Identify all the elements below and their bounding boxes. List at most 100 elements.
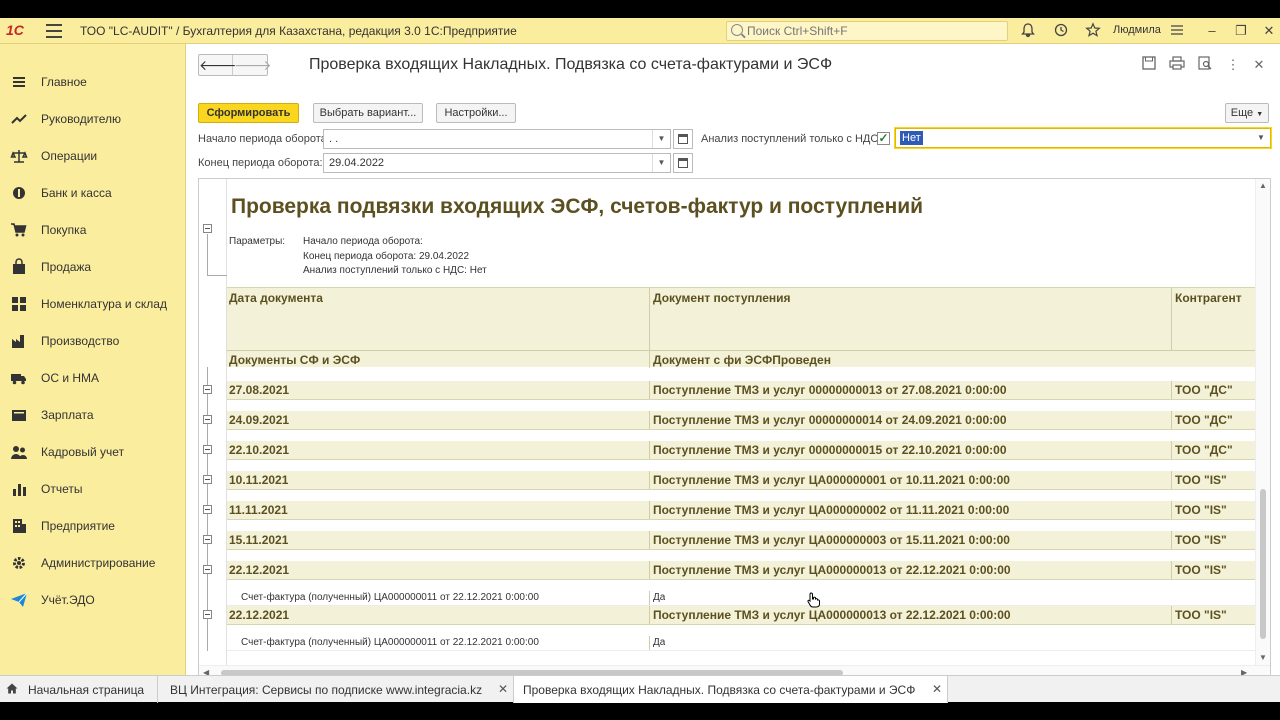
collapse-icon[interactable] [203, 535, 212, 544]
dropdown-arrow-icon[interactable]: ▼ [652, 154, 670, 172]
sidebar-item-sales[interactable]: Продажа [0, 252, 186, 282]
cell-receipt-document: Поступление ТМЗ и услуг 00000000014 от 2… [653, 413, 1007, 427]
back-arrow-icon[interactable]: 🡐 [199, 55, 237, 75]
sidebar-item-fixed-assets[interactable]: ОС и НМА [0, 363, 186, 393]
report-group-row[interactable]: 10.11.2021 Поступление ТМЗ и услуг ЦА0000… [227, 471, 1257, 490]
collapse-icon[interactable] [203, 385, 212, 394]
cell-counterparty: ТОО "IS" [1175, 608, 1227, 622]
collapse-icon[interactable] [203, 505, 212, 514]
sidebar-item-hr[interactable]: Кадровый учет [0, 437, 186, 467]
minimize-icon[interactable]: – [1202, 22, 1222, 40]
calendar-icon[interactable] [673, 153, 693, 173]
vat-analysis-label: Анализ поступлений только с НДС: [701, 133, 882, 145]
close-icon[interactable]: ✕ [1259, 22, 1279, 40]
column-separator [649, 411, 650, 429]
save-icon[interactable] [1140, 56, 1158, 74]
search-input[interactable] [747, 23, 1002, 39]
sidebar-item-production[interactable]: Производство [0, 326, 186, 356]
tab-close-icon[interactable]: ✕ [498, 682, 508, 696]
report-group-row[interactable]: 11.11.2021 Поступление ТМЗ и услуг ЦА0000… [227, 501, 1257, 520]
bag-icon [13, 258, 25, 274]
sidebar-item-enterprise[interactable]: Предприятие [0, 511, 186, 541]
sidebar-item-main[interactable]: Главное [0, 67, 186, 97]
sidebar-item-purchase[interactable]: Покупка [0, 215, 186, 245]
cart-icon [11, 223, 27, 237]
sidebar-item-salary[interactable]: Зарплата [0, 400, 186, 430]
more-vertical-icon[interactable]: ⋮ [1224, 56, 1242, 74]
collapse-icon[interactable] [203, 224, 212, 233]
sidebar-item-edo[interactable]: Учёт.ЭДО [0, 585, 186, 615]
report-detail-row[interactable]: Счет-фактура (полученный) ЦА000000011 от… [227, 591, 1257, 606]
title-bar: 1С ТОО "LC-AUDIT" / Бухгалтерия для Каза… [0, 18, 1280, 44]
global-search[interactable] [726, 21, 1008, 41]
restore-icon[interactable]: ❐ [1231, 22, 1251, 40]
collapse-icon[interactable] [203, 565, 212, 574]
history-icon[interactable] [1052, 22, 1070, 40]
sidebar-item-bank[interactable]: Банк и касса [0, 178, 186, 208]
report-group-row[interactable]: 22.12.2021 Поступление ТМЗ и услуг ЦА0000… [227, 561, 1257, 580]
report-group-row[interactable]: 22.10.2021 Поступление ТМЗ и услуг 000000… [227, 441, 1257, 460]
hand-cursor-icon [807, 592, 820, 608]
tab-report[interactable]: Проверка входящих Накладных. Подвязка со… [514, 676, 948, 703]
settings-button[interactable]: Настройки... [436, 103, 516, 123]
report-detail-row[interactable]: Счет-фактура (полученный) ЦА000000011 от… [227, 636, 1257, 651]
collapse-icon[interactable] [203, 415, 212, 424]
form-close-icon[interactable]: ✕ [1250, 56, 1268, 74]
sidebar-item-reports[interactable]: Отчеты [0, 474, 186, 504]
sidebar-item-operations[interactable]: Операции [0, 141, 186, 171]
app-window: 1С ТОО "LC-AUDIT" / Бухгалтерия для Каза… [0, 18, 1280, 703]
vat-analysis-checkbox[interactable]: ✓ [877, 132, 890, 145]
bell-icon[interactable] [1019, 22, 1037, 40]
vat-analysis-select[interactable]: Нет ▼ [895, 128, 1271, 148]
tab-home[interactable]: Начальная страница [0, 676, 158, 703]
report-document[interactable]: Проверка подвязки входящих ЭСФ, счетов-ф… [198, 178, 1271, 681]
vertical-scrollbar[interactable]: ▲ ▼ [1255, 179, 1270, 666]
forward-arrow-icon[interactable]: 🡒 [234, 55, 272, 75]
dropdown-arrow-icon[interactable]: ▼ [1252, 129, 1270, 147]
star-icon[interactable] [1084, 22, 1102, 40]
period-end-input[interactable]: 29.04.2022 ▼ [323, 153, 671, 173]
column-separator [1171, 381, 1172, 399]
generate-button[interactable]: Сформировать [198, 103, 299, 123]
tab-integracia[interactable]: ВЦ Интеграция: Сервисы по подписке www.i… [158, 676, 514, 703]
form-title: Проверка входящих Накладных. Подвязка со… [309, 56, 833, 73]
user-name[interactable]: Людмила [1113, 24, 1161, 36]
column-separator [649, 471, 650, 489]
collapse-icon[interactable] [203, 610, 212, 619]
grid-icon [12, 297, 26, 311]
sidebar: Главное Руководителю Операции Банк и кас… [0, 44, 186, 675]
print-icon[interactable] [1168, 56, 1186, 74]
scroll-up-icon[interactable]: ▲ [1259, 181, 1267, 190]
search-icon [731, 24, 743, 36]
report-group-row[interactable]: 22.12.2021 Поступление ТМЗ и услуг ЦА0000… [227, 606, 1257, 625]
sidebar-item-manager[interactable]: Руководителю [0, 104, 186, 134]
bar-chart-icon [13, 484, 26, 496]
scroll-thumb[interactable] [1260, 489, 1266, 639]
tab-close-icon[interactable]: ✕ [932, 682, 942, 696]
sidebar-item-administration[interactable]: Администрирование [0, 548, 186, 578]
home-icon [6, 683, 18, 694]
collapse-icon[interactable] [203, 475, 212, 484]
main-menu-icon[interactable] [46, 24, 62, 38]
gear-icon [13, 557, 25, 569]
report-group-row[interactable]: 15.11.2021 Поступление ТМЗ и услуг ЦА0000… [227, 531, 1257, 550]
dropdown-arrow-icon[interactable]: ▼ [652, 130, 670, 148]
preview-icon[interactable] [1196, 56, 1214, 74]
scroll-down-icon[interactable]: ▼ [1259, 653, 1267, 662]
sidebar-item-nomenclature[interactable]: Номенклатура и склад [0, 289, 186, 319]
trend-line-icon [11, 114, 27, 124]
collapse-icon[interactable] [203, 445, 212, 454]
period-start-input[interactable]: . . ▼ [323, 129, 671, 149]
report-group-row[interactable]: 27.08.2021 Поступление ТМЗ и услуг 000000… [227, 381, 1257, 400]
cell-document-date: 27.08.2021 [229, 383, 290, 397]
report-group-row[interactable]: 24.09.2021 Поступление ТМЗ и услуг 000000… [227, 411, 1257, 430]
calendar-icon[interactable] [673, 129, 693, 149]
column-separator [649, 501, 650, 519]
settings-lines-icon[interactable] [1168, 22, 1186, 40]
wallet-icon [12, 410, 26, 421]
column-separator [1171, 441, 1172, 459]
choose-variant-button[interactable]: Выбрать вариант... [313, 103, 423, 123]
column-separator [649, 441, 650, 459]
column-separator [649, 531, 650, 549]
more-button[interactable]: Еще ▼ [1225, 103, 1269, 123]
